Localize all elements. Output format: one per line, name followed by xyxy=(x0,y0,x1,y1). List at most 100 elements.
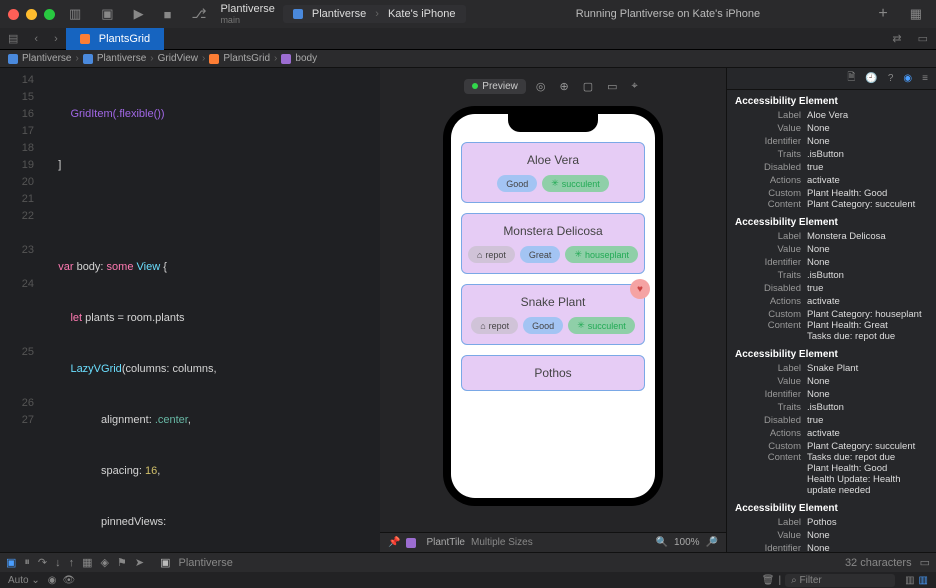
console-toggle-icon[interactable]: ▭ xyxy=(920,556,930,569)
property-icon xyxy=(281,54,291,64)
step-into-icon[interactable]: ↓ xyxy=(55,557,61,569)
badge: ✳houseplant xyxy=(565,246,638,263)
file-inspector-icon[interactable]: 🗎 xyxy=(847,70,855,87)
view-icon[interactable]: 👁 xyxy=(62,575,75,586)
inspector-row: Traits.isButton xyxy=(727,401,936,414)
panel-left-icon[interactable]: ▥ xyxy=(905,575,914,586)
run-icon[interactable]: ▶ xyxy=(128,6,150,22)
device-screen[interactable]: Aloe VeraGood✳succulent Monstera Delicosa… xyxy=(451,114,655,498)
related-items-icon[interactable]: ▤ xyxy=(0,32,26,45)
environment-icon[interactable]: ⚑ xyxy=(117,556,127,569)
sidebar-toggle-icon[interactable]: ▥ xyxy=(63,6,87,22)
run-destination[interactable]: Plantiverse › Kate's iPhone xyxy=(283,5,466,23)
library-icon[interactable]: ▦ xyxy=(904,6,928,22)
memory-graph-icon[interactable]: ◈ xyxy=(101,556,109,569)
zoom-window[interactable] xyxy=(44,9,55,20)
pause-icon[interactable]: ⏸ xyxy=(24,556,30,569)
minimize-window[interactable] xyxy=(26,9,37,20)
stop-icon[interactable]: ■ xyxy=(158,7,178,22)
inspector-row: Custom ContentPlant Category: houseplant… xyxy=(727,308,936,343)
preview-toolbar: Preview ◎ ⊕ ▢ ▭ ⌖ xyxy=(380,74,726,98)
panel-right-icon[interactable]: ▥ xyxy=(919,575,928,586)
inspector-row: Disabledtrue xyxy=(727,161,936,174)
step-over-icon[interactable]: ↷ xyxy=(38,556,47,569)
crumb-project[interactable]: Plantiverse xyxy=(22,53,71,64)
nav-next-icon[interactable]: › xyxy=(46,33,66,45)
inspector-row: LabelSnake Plant xyxy=(727,362,936,375)
inspector-row: ValueNone xyxy=(727,375,936,388)
jump-bar[interactable]: Plantiverse › Plantiverse › GridView › P… xyxy=(0,50,936,68)
attributes-inspector-icon[interactable]: ◉ xyxy=(903,73,912,84)
pin-icon[interactable]: 📌 xyxy=(388,537,400,548)
tab-label: PlantsGrid xyxy=(99,33,150,45)
editor-options-icon[interactable]: ▭ xyxy=(910,32,936,45)
step-out-icon[interactable]: ↑ xyxy=(69,557,75,569)
filter-input[interactable]: ⌕ Filter xyxy=(785,574,895,587)
help-inspector-icon[interactable]: ? xyxy=(888,73,894,84)
crumb-folder[interactable]: Plantiverse xyxy=(97,53,146,64)
trash-icon[interactable]: 🗑 xyxy=(762,575,775,586)
preview-live-button[interactable]: Preview xyxy=(464,79,526,94)
debug-view-icon[interactable]: ▦ xyxy=(82,556,92,569)
filter-placeholder: Filter xyxy=(799,575,821,586)
inspector-row: LabelAloe Vera xyxy=(727,109,936,122)
inspector-row: IdentifierNone xyxy=(727,388,936,401)
location-icon[interactable]: ➤ xyxy=(135,556,144,569)
auto-variables-selector[interactable]: Auto ⌄ xyxy=(8,575,40,586)
selectable-icon[interactable]: ◎ xyxy=(532,80,550,93)
crumb-symbol[interactable]: body xyxy=(295,53,317,64)
history-inspector-icon[interactable]: 🕘 xyxy=(865,73,877,84)
device-bezel: Aloe VeraGood✳succulent Monstera Delicosa… xyxy=(443,106,663,506)
plant-tile[interactable]: Pothos xyxy=(461,355,645,391)
close-window[interactable] xyxy=(8,9,19,20)
inspector-row: ValueNone xyxy=(727,243,936,256)
crumb-file[interactable]: PlantsGrid xyxy=(223,53,270,64)
badge-icon: ⌂ xyxy=(480,321,485,331)
badge: ⌂repot xyxy=(471,317,518,334)
inspector-row: Custom ContentPlant Health: Good Plant C… xyxy=(727,187,936,211)
device-settings-icon[interactable]: ⊕ xyxy=(555,80,572,93)
main-split: 1415161718192021222324252627 GridItem(.f… xyxy=(0,68,936,552)
badge-icon: ✳ xyxy=(551,178,559,189)
folder-icon xyxy=(83,54,93,64)
code-area[interactable]: GridItem(.flexible()) ] var body: some V… xyxy=(42,68,380,552)
bottom-bar: Auto ⌄ ◉ 👁 🗑 | ⌕ Filter ▥ ▥ xyxy=(0,572,936,588)
plant-tile[interactable]: Snake Plant⌂repotGood✳succulent♥ xyxy=(461,284,645,345)
inspector-row: IdentifierNone xyxy=(727,256,936,269)
badge: ⌂repot xyxy=(468,246,515,263)
inspector-row: LabelPothos xyxy=(727,516,936,529)
debug-target[interactable]: Plantiverse xyxy=(179,557,233,569)
zoom-out-icon[interactable]: 🔍 xyxy=(656,537,668,548)
badge: ✳succulent xyxy=(542,175,609,192)
debug-bar: ▣ ⏸ ↷ ↓ ↑ ▦ ◈ ⚑ ➤ ▣ Plantiverse 32 chara… xyxy=(0,552,936,572)
inspector-section-header: Accessibility Element xyxy=(727,90,936,109)
inspector-row: Traits.isButton xyxy=(727,269,936,282)
nav-back-icon[interactable]: ▣ xyxy=(95,6,119,22)
plant-tile[interactable]: Monstera Delicosa⌂repotGreat✳houseplant xyxy=(461,213,645,274)
accessibility-icon[interactable]: ⌖ xyxy=(628,80,642,93)
add-tab-button[interactable]: + xyxy=(870,5,895,23)
tab-plantsgrid[interactable]: PlantsGrid xyxy=(66,28,164,50)
source-editor[interactable]: 1415161718192021222324252627 GridItem(.f… xyxy=(0,68,380,552)
toggle-breakpoints-icon[interactable]: ▣ xyxy=(6,556,16,569)
zoom-level[interactable]: 100% xyxy=(674,537,700,548)
scheme-branch-icon[interactable]: ⎇ xyxy=(185,6,212,22)
swift-icon xyxy=(209,54,219,64)
favorite-heart-icon[interactable]: ♥ xyxy=(630,279,650,299)
swift-file-icon xyxy=(80,34,90,44)
connections-inspector-icon[interactable]: ≡ xyxy=(922,73,928,84)
crumb-group[interactable]: GridView xyxy=(158,53,198,64)
plant-tile[interactable]: Aloe VeraGood✳succulent xyxy=(461,142,645,203)
scope-icon[interactable]: ◉ xyxy=(48,575,57,586)
scheme-selector[interactable]: Plantiverse main xyxy=(220,3,274,25)
char-count: 32 characters xyxy=(845,557,912,569)
inspector-row: Disabledtrue xyxy=(727,282,936,295)
zoom-in-icon[interactable]: 🔎 xyxy=(706,537,718,548)
nav-prev-icon[interactable]: ‹ xyxy=(26,33,46,45)
screen-icon[interactable]: ▭ xyxy=(603,80,621,93)
variants-icon[interactable]: ▢ xyxy=(579,80,597,93)
device-notch xyxy=(508,114,598,132)
adjust-editor-icon[interactable]: ⇄ xyxy=(884,32,909,45)
breadcrumb-app: Plantiverse xyxy=(312,8,366,20)
inspector-row: Custom ContentPlant Category: succulent … xyxy=(727,440,936,497)
